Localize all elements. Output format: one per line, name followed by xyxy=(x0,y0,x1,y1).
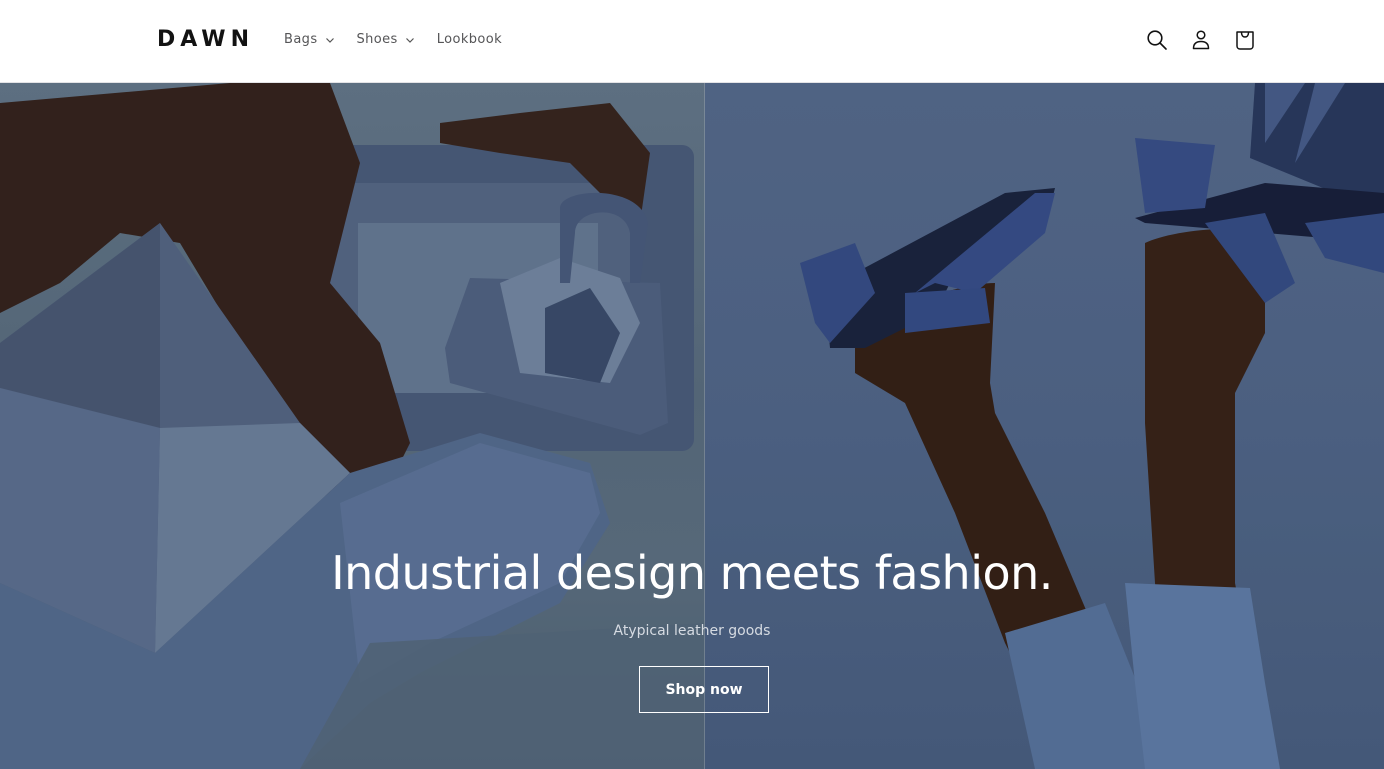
logo[interactable]: DAWN xyxy=(157,26,254,54)
chevron-down-icon xyxy=(325,38,334,43)
hero-content: Industrial design meets fashion. Atypica… xyxy=(0,83,1384,769)
account-icon xyxy=(1192,30,1210,50)
search-icon xyxy=(1147,30,1167,50)
search-button[interactable] xyxy=(1144,27,1170,53)
cart-icon xyxy=(1236,31,1254,50)
nav-item-label: Bags xyxy=(284,32,318,47)
site-header: DAWN Bags Shoes Lookbook xyxy=(0,0,1384,83)
nav-item-lookbook[interactable]: Lookbook xyxy=(437,30,502,50)
nav-item-label: Lookbook xyxy=(436,32,503,47)
hero-title: Industrial design meets fashion. xyxy=(331,546,1053,600)
nav-item-label: Shoes xyxy=(356,32,398,47)
chevron-down-icon xyxy=(405,38,414,43)
account-button[interactable] xyxy=(1188,27,1214,53)
header-icons xyxy=(1144,27,1258,53)
cart-button[interactable] xyxy=(1232,27,1258,53)
nav-item-bags[interactable]: Bags xyxy=(284,30,335,50)
hero-banner: Industrial design meets fashion. Atypica… xyxy=(0,83,1384,769)
hero-subtitle: Atypical leather goods xyxy=(613,623,771,639)
nav-item-shoes[interactable]: Shoes xyxy=(357,30,415,50)
shop-now-button[interactable]: Shop now xyxy=(639,666,769,713)
main-nav: Bags Shoes Lookbook xyxy=(284,30,524,50)
